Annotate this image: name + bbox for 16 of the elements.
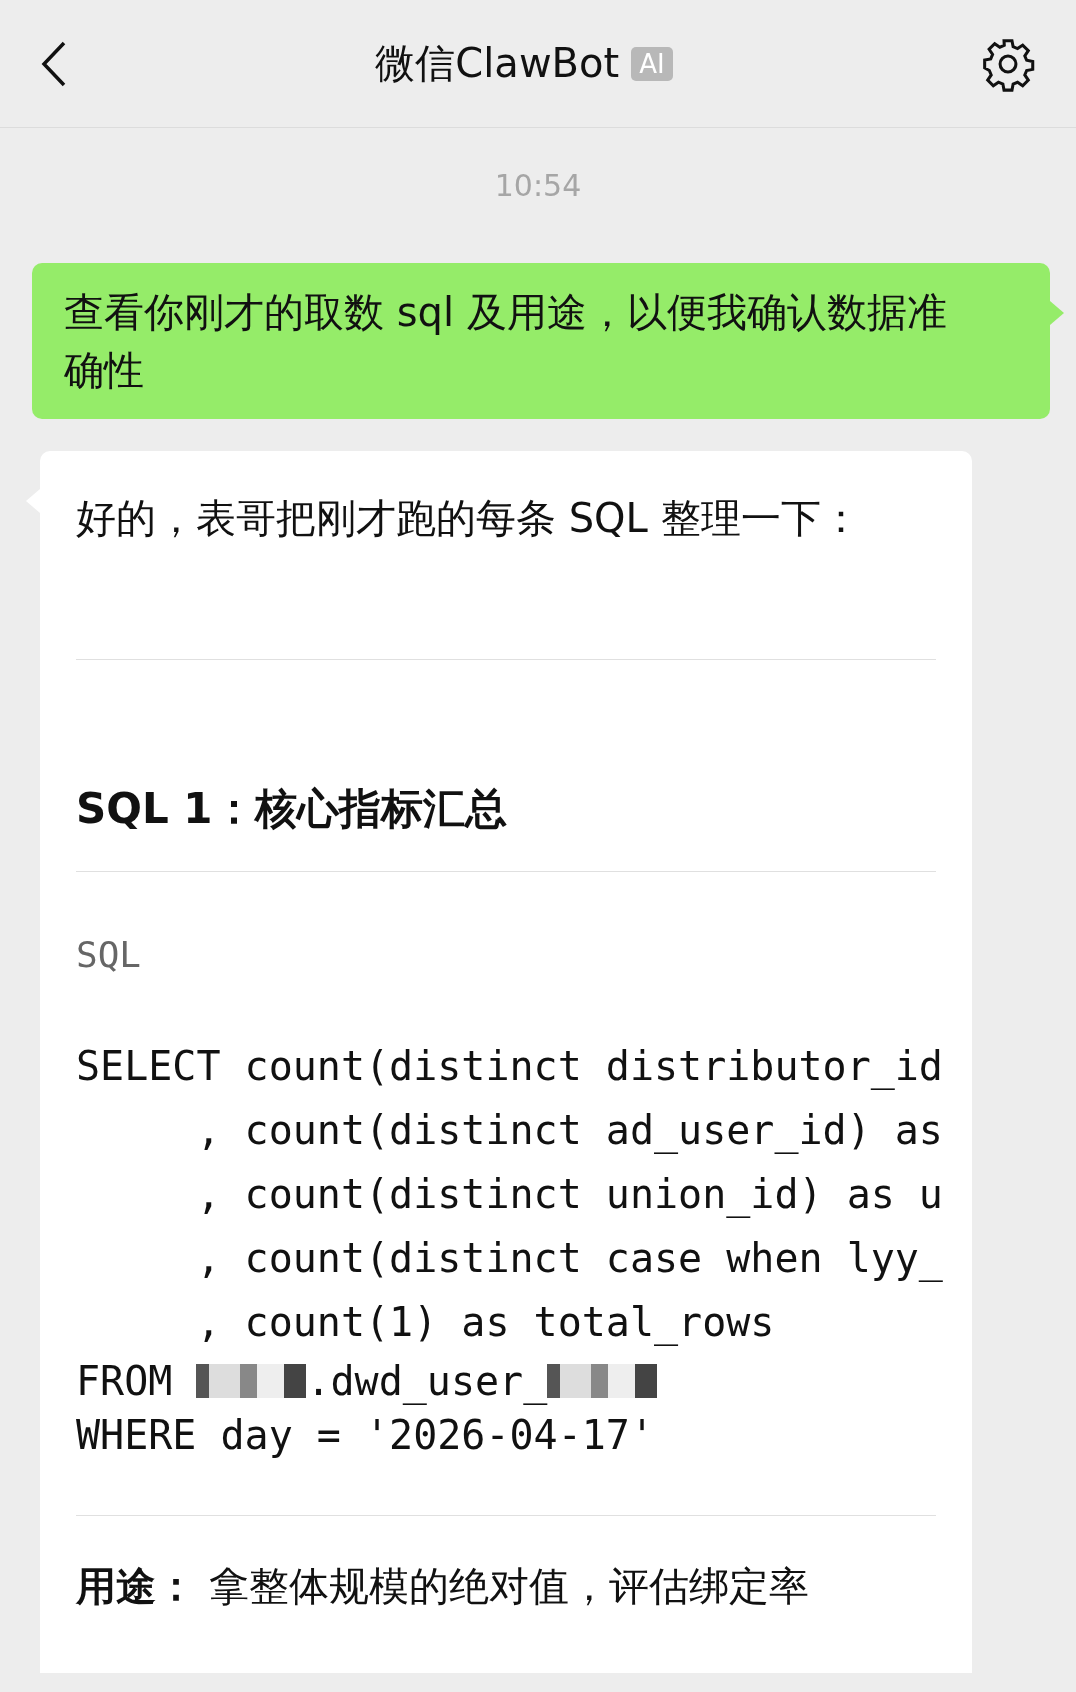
back-icon[interactable] — [40, 39, 68, 88]
ai-badge: AI — [631, 46, 673, 81]
usage-text: 用途： 拿整体规模的绝对值，评估绑定率 — [76, 1562, 810, 1611]
code-text: , count(distinct case when lyy_ — [195, 1234, 943, 1284]
section-heading: SQL 1：核心指标汇总 — [76, 784, 508, 834]
message-text: 查看你刚才的取数 sql 及用途，以便我确认数据准确性 — [64, 289, 947, 393]
timestamp: 10:54 — [493, 168, 583, 203]
code-text: FROM — [76, 1357, 174, 1406]
chat-title: 微信ClawBot — [375, 39, 620, 88]
code-text: SELECT count(distinct distributor_id — [76, 1042, 943, 1092]
code-text: WHERE day = '2026-04-17' — [76, 1411, 654, 1460]
code-text: , count(distinct ad_user_id) as — [195, 1106, 943, 1156]
code-language-label: SQL — [76, 934, 143, 976]
code-text: , count(1) as total_rows — [195, 1298, 775, 1348]
message-text: 好的，表哥把刚才跑的每条 SQL 整理一下： — [76, 494, 862, 543]
code-text: , count(distinct union_id) as u — [195, 1170, 943, 1220]
